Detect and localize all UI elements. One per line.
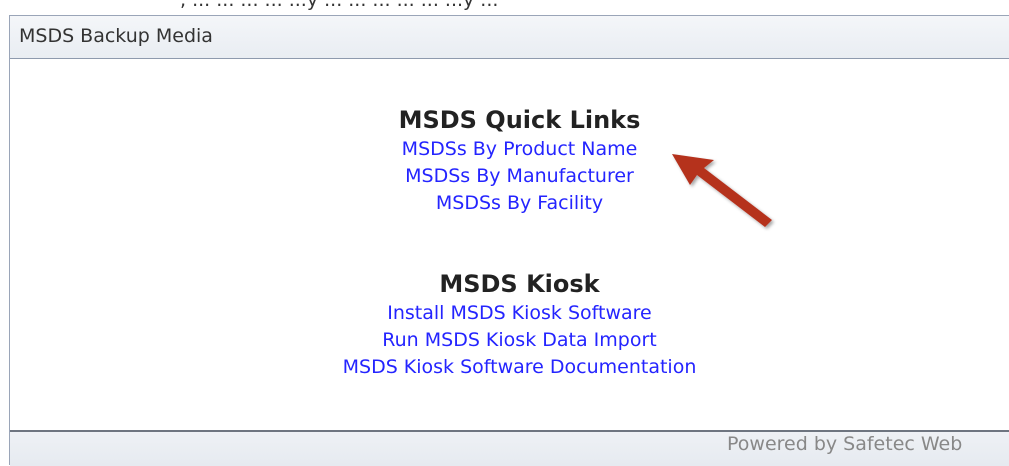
panel-footer: Powered by Safetec Web — [10, 430, 1009, 466]
annotation-arrow-icon — [672, 154, 772, 227]
quick-links-section: MSDS Quick Links MSDSs By Product Name M… — [10, 104, 1009, 217]
panel-title: MSDS Backup Media — [19, 25, 213, 47]
link-install-kiosk[interactable]: Install MSDS Kiosk Software — [10, 300, 1009, 327]
msds-backup-panel: MSDS Backup Media MSDS Quick Links MSDSs… — [9, 15, 1009, 466]
kiosk-section: MSDS Kiosk Install MSDS Kiosk Software R… — [10, 268, 1009, 381]
link-run-kiosk-import[interactable]: Run MSDS Kiosk Data Import — [10, 327, 1009, 354]
quick-links-heading: MSDS Quick Links — [398, 106, 641, 134]
cropped-top-text: , ... ... ... ... ...y ... ... ... ... .… — [0, 0, 1009, 14]
link-product-name[interactable]: MSDSs By Product Name — [10, 136, 1009, 163]
panel-header: MSDS Backup Media — [10, 16, 1009, 59]
powered-by-text: Powered by Safetec Web — [727, 433, 963, 455]
link-manufacturer[interactable]: MSDSs By Manufacturer — [10, 163, 1009, 190]
cropped-text-fragment: , ... ... ... ... ...y ... ... ... ... .… — [180, 0, 499, 11]
kiosk-heading: MSDS Kiosk — [439, 270, 600, 298]
link-facility[interactable]: MSDSs By Facility — [10, 190, 1009, 217]
link-kiosk-docs[interactable]: MSDS Kiosk Software Documentation — [10, 354, 1009, 381]
